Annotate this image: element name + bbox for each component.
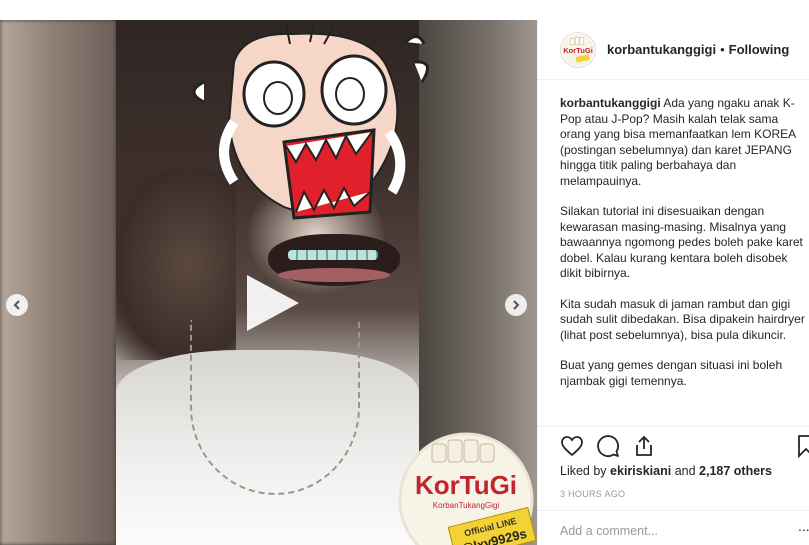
save-button[interactable] bbox=[794, 434, 809, 458]
likes-joiner: and bbox=[674, 464, 696, 478]
kortugi-logo: KorTuGi KorbanTukangGigi Official LINE @… bbox=[398, 432, 536, 545]
caption-username-link[interactable]: korbantukanggigi bbox=[560, 96, 661, 110]
comment-input[interactable] bbox=[560, 522, 780, 540]
following-button[interactable]: Following bbox=[729, 42, 790, 57]
kortugi-avatar-icon: KorTuGi bbox=[561, 33, 595, 66]
post-actions bbox=[560, 434, 809, 460]
likes-prefix: Liked by bbox=[560, 464, 607, 478]
svg-text:KorTuGi: KorTuGi bbox=[563, 45, 593, 54]
play-icon bbox=[247, 275, 299, 331]
caption-paragraph: korbantukanggigi Ada yang ngaku anak K-P… bbox=[560, 96, 808, 189]
svg-text:KorbanTukangGigi: KorbanTukangGigi bbox=[433, 501, 500, 510]
carousel-prev-button[interactable] bbox=[6, 294, 28, 316]
post-caption: korbantukanggigi Ada yang ngaku anak K-P… bbox=[560, 96, 808, 404]
avatar[interactable]: KorTuGi bbox=[560, 31, 596, 68]
heart-icon bbox=[561, 436, 583, 457]
caption-paragraph: Silakan tutorial ini disesuaikan dengan … bbox=[560, 204, 803, 280]
caption-paragraph: Buat yang gemes dengan situasi ini boleh… bbox=[560, 358, 783, 388]
cartoon-sticker-icon bbox=[192, 22, 429, 220]
likes-summary: Liked by ekiriskiani and 2,187 others bbox=[560, 464, 772, 478]
comment-button[interactable] bbox=[596, 434, 620, 458]
likes-others-link[interactable]: 2,187 others bbox=[699, 464, 772, 478]
caption-paragraph: Kita sudah masuk di jaman rambut dan gig… bbox=[560, 296, 805, 342]
chevron-right-icon bbox=[513, 300, 520, 310]
divider bbox=[538, 510, 809, 511]
necklace-shape bbox=[190, 320, 360, 495]
share-button[interactable] bbox=[632, 434, 656, 458]
bookmark-icon bbox=[798, 435, 809, 458]
comment-icon bbox=[597, 435, 619, 457]
chevron-left-icon bbox=[13, 300, 20, 310]
post-timestamp: 3 HOURS AGO bbox=[560, 489, 626, 499]
svg-text:KorTuGi: KorTuGi bbox=[415, 470, 517, 500]
post-details-panel: KorTuGi korbantukanggigi • Following kor… bbox=[537, 20, 809, 545]
header-separator: • bbox=[720, 42, 725, 57]
divider bbox=[538, 426, 809, 427]
carousel-next-button[interactable] bbox=[505, 294, 527, 316]
liker-username-link[interactable]: ekiriskiani bbox=[610, 464, 671, 478]
like-button[interactable] bbox=[560, 434, 584, 458]
share-icon bbox=[636, 435, 652, 456]
play-button[interactable] bbox=[241, 273, 301, 333]
more-options-button[interactable]: ... bbox=[798, 518, 809, 534]
post-media[interactable]: KorTuGi KorbanTukangGigi Official LINE @… bbox=[0, 20, 537, 545]
media-blur-left bbox=[0, 20, 116, 545]
post-header: KorTuGi korbantukanggigi • Following bbox=[538, 20, 809, 80]
header-username-link[interactable]: korbantukanggigi bbox=[607, 42, 716, 57]
